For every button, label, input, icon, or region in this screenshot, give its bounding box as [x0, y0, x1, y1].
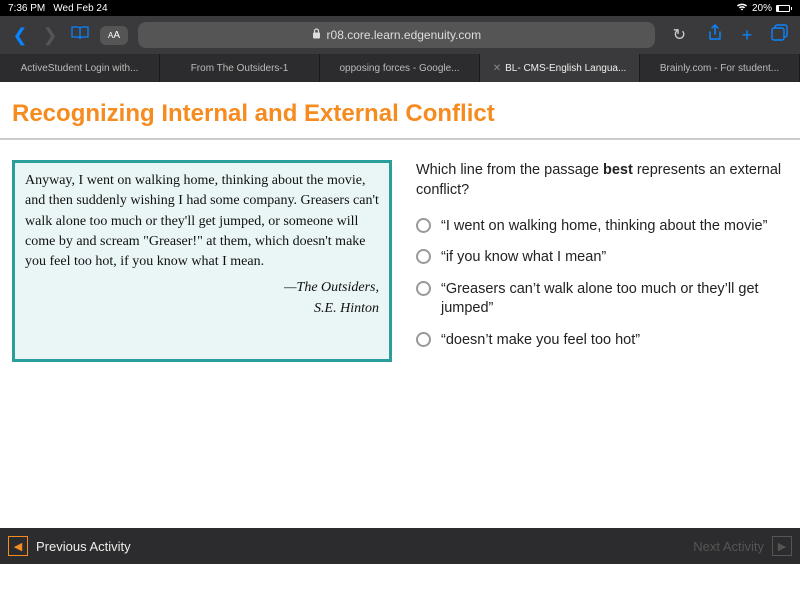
attribution-work: —The Outsiders, [25, 278, 379, 298]
status-date: Wed Feb 24 [53, 3, 107, 14]
status-time: 7:36 PM [8, 3, 45, 14]
page-content: Recognizing Internal and External Confli… [0, 82, 800, 564]
passage-text: Anyway, I went on walking home, thinking… [25, 171, 379, 272]
option-1[interactable]: “if you know what I mean” [416, 248, 788, 268]
status-bar: 7:36 PM Wed Feb 24 20% [0, 0, 800, 16]
option-label: “I went on walking home, thinking about … [441, 217, 767, 237]
battery-percent: 20% [752, 3, 772, 14]
attribution-author: S.E. Hinton [25, 299, 379, 319]
option-label: “if you know what I mean” [441, 248, 606, 268]
wifi-icon [736, 2, 748, 14]
tabs-button[interactable] [768, 24, 790, 46]
tab-1[interactable]: From The Outsiders-1 [160, 54, 320, 82]
new-tab-button[interactable]: + [736, 25, 758, 46]
chevron-right-icon: ▶ [772, 536, 792, 556]
activity-footer: ◀ Previous Activity Next Activity ▶ [0, 528, 800, 564]
tab-0[interactable]: ActiveStudent Login with... [0, 54, 160, 82]
back-button[interactable]: ❮ [10, 25, 30, 46]
page-title: Recognizing Internal and External Confli… [12, 100, 788, 128]
option-3[interactable]: “doesn’t make you feel too hot” [416, 331, 788, 351]
battery-icon [776, 5, 792, 12]
radio-icon [416, 249, 431, 264]
radio-icon [416, 332, 431, 347]
option-label: “Greasers can’t walk alone too much or t… [441, 280, 788, 319]
option-2[interactable]: “Greasers can’t walk alone too much or t… [416, 280, 788, 319]
tab-2[interactable]: opposing forces - Google... [320, 54, 480, 82]
option-0[interactable]: “I went on walking home, thinking about … [416, 217, 788, 237]
tab-4[interactable]: Brainly.com - For student... [640, 54, 800, 82]
passage-box: Anyway, I went on walking home, thinking… [12, 160, 392, 362]
bookmarks-icon[interactable] [70, 26, 90, 45]
share-button[interactable] [704, 24, 726, 47]
lock-icon [312, 28, 321, 42]
next-activity-button[interactable]: Next Activity ▶ [693, 536, 792, 556]
forward-button[interactable]: ❯ [40, 25, 60, 46]
url-text: r08.core.learn.edgenuity.com [327, 28, 482, 42]
reload-button[interactable]: ↻ [665, 25, 694, 45]
previous-activity-button[interactable]: ◀ Previous Activity [8, 536, 131, 556]
browser-toolbar: ❮ ❯ AA r08.core.learn.edgenuity.com ↻ + [0, 16, 800, 54]
text-size-button[interactable]: AA [100, 26, 128, 45]
tab-3[interactable]: ✕BL- CMS-English Langua... [480, 54, 640, 82]
url-bar[interactable]: r08.core.learn.edgenuity.com [138, 22, 655, 48]
question-text: Which line from the passage best represe… [416, 160, 788, 201]
radio-icon [416, 218, 431, 233]
radio-icon [416, 281, 431, 296]
option-label: “doesn’t make you feel too hot” [441, 331, 640, 351]
question-column: Which line from the passage best represe… [416, 160, 788, 362]
close-icon[interactable]: ✕ [493, 63, 501, 74]
tabs-bar: ActiveStudent Login with... From The Out… [0, 54, 800, 82]
chevron-left-icon: ◀ [8, 536, 28, 556]
